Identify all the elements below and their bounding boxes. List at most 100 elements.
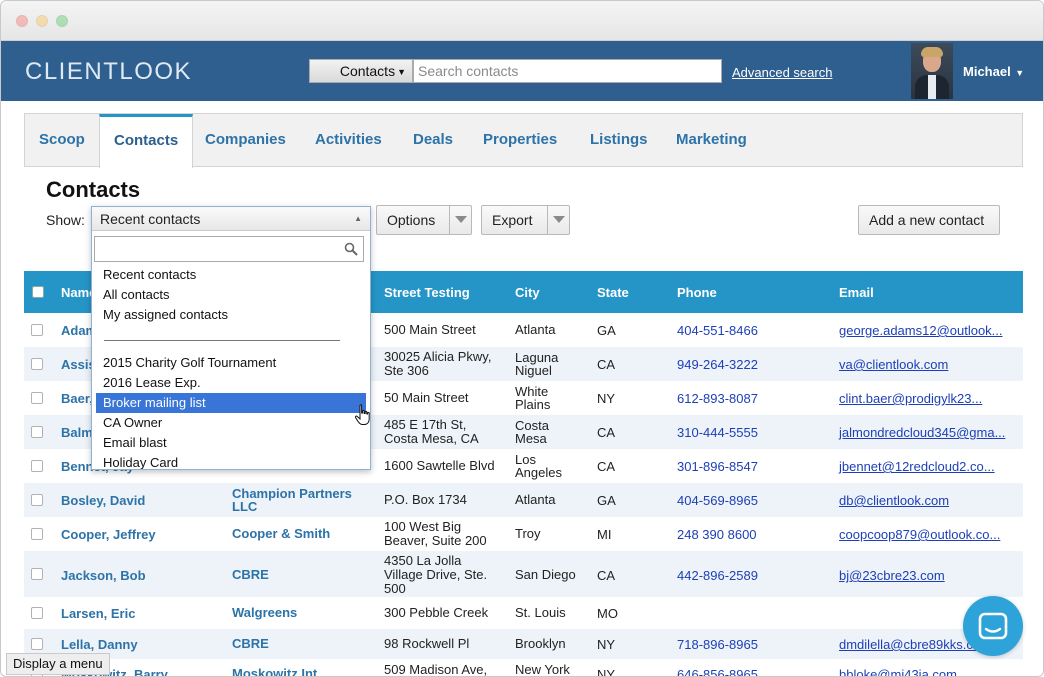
tab-marketing[interactable]: Marketing [662, 114, 761, 167]
row-checkbox[interactable] [31, 324, 43, 336]
contact-name-link[interactable]: Larsen, Eric [61, 606, 135, 621]
row-checkbox[interactable] [31, 426, 43, 438]
search-input[interactable] [413, 59, 722, 83]
close-window-button[interactable] [16, 15, 28, 27]
phone-link[interactable]: 949-264-3222 [677, 357, 758, 372]
chevron-down-icon: ▼ [397, 67, 406, 77]
zoom-window-button[interactable] [56, 15, 68, 27]
avatar[interactable] [911, 43, 953, 99]
row-checkbox[interactable] [31, 528, 43, 540]
street-cell: 98 Rockwell Pl [384, 636, 470, 651]
dropdown-option[interactable]: Recent contacts [96, 265, 366, 285]
user-name: Michael [963, 64, 1011, 79]
dropdown-search-input[interactable] [94, 236, 364, 262]
tab-companies[interactable]: Companies [191, 114, 300, 167]
city-cell: St. Louis [515, 605, 566, 620]
search-scope-select[interactable]: Contacts ▼ [309, 59, 413, 83]
tab-scoop[interactable]: Scoop [25, 114, 99, 167]
email-link[interactable]: clint.baer@prodigylk23... [839, 391, 982, 406]
row-checkbox[interactable] [31, 358, 43, 370]
tab-properties[interactable]: Properties [469, 114, 571, 167]
state-cell: CA [597, 425, 616, 440]
row-checkbox[interactable] [31, 460, 43, 472]
phone-link[interactable]: 310-444-5555 [677, 425, 758, 440]
company-link[interactable]: CBRE [232, 568, 269, 581]
company-link[interactable]: Moskowitz Int. [232, 667, 321, 676]
phone-link[interactable]: 404-569-8965 [677, 493, 758, 508]
window-titlebar [1, 1, 1043, 41]
email-link[interactable]: coopcoop879@outlook.co... [839, 527, 1000, 542]
column-header-street[interactable]: Street Testing [384, 285, 470, 300]
dropdown-option[interactable]: All contacts [96, 285, 366, 305]
column-header-city[interactable]: City [515, 285, 540, 300]
dropdown-option[interactable]: My assigned contacts [96, 305, 366, 325]
column-header-phone[interactable]: Phone [677, 285, 717, 300]
state-cell: NY [597, 667, 616, 677]
email-link[interactable]: jbennet@12redcloud2.co... [839, 459, 995, 474]
select-all-checkbox[interactable] [32, 286, 44, 298]
dropdown-option-highlighted[interactable]: Broker mailing list [96, 393, 366, 413]
app-header: CLIENTLOOK Contacts▼ Advanced search Mic… [1, 41, 1043, 101]
app-logo[interactable]: CLIENTLOOK [25, 58, 192, 86]
street-cell: 50 Main Street [384, 390, 469, 405]
tab-listings[interactable]: Listings [576, 114, 662, 167]
email-link[interactable]: jalmondredcloud345@gma... [839, 425, 1005, 440]
chevron-down-icon[interactable] [449, 206, 471, 234]
chat-launcher-button[interactable] [963, 596, 1023, 656]
add-contact-button[interactable]: Add a new contact [858, 205, 1000, 235]
row-checkbox[interactable] [31, 607, 43, 619]
show-filter-dropdown[interactable]: Recent contacts ▲ Recent contacts All co… [91, 206, 371, 470]
dropdown-option[interactable]: 2016 Lease Exp. [96, 373, 366, 393]
phone-link[interactable]: 442-896-2589 [677, 568, 758, 583]
dropdown-option[interactable]: Email blast [96, 433, 366, 453]
row-checkbox[interactable] [31, 568, 43, 580]
phone-link[interactable]: 612-893-8087 [677, 391, 758, 406]
company-link[interactable]: Walgreens [232, 606, 297, 619]
minimize-window-button[interactable] [36, 15, 48, 27]
phone-link[interactable]: 248 390 8600 [677, 527, 757, 542]
tab-activities[interactable]: Activities [301, 114, 396, 167]
tab-deals[interactable]: Deals [399, 114, 467, 167]
options-button[interactable]: Options [376, 205, 472, 235]
user-menu[interactable]: Michael ▼ [963, 64, 1024, 79]
contact-name-link[interactable]: Cooper, Jeffrey [61, 527, 156, 542]
table-row[interactable]: Moskowitz, Barry Moskowitz Int. 509 Madi… [24, 659, 1023, 677]
contact-name-link[interactable]: Lella, Danny [61, 637, 138, 652]
tab-contacts[interactable]: Contacts [99, 114, 194, 168]
email-link[interactable]: bj@23cbre23.com [839, 568, 945, 583]
table-row[interactable]: Jackson, Bob CBRE 4350 La Jolla Village … [24, 551, 1023, 597]
company-link[interactable]: CBRE [232, 637, 269, 650]
table-row[interactable]: Larsen, Eric Walgreens 300 Pebble Creek … [24, 597, 1023, 629]
advanced-search-link[interactable]: Advanced search [732, 65, 832, 80]
phone-link[interactable]: 646-856-8965 [677, 667, 758, 676]
email-link[interactable]: va@clientlook.com [839, 357, 948, 372]
row-checkbox[interactable] [31, 638, 43, 650]
chevron-down-icon[interactable] [547, 206, 569, 234]
contact-name-link[interactable]: Jackson, Bob [61, 568, 146, 583]
email-link[interactable]: bbloke@mi43ja.com [839, 667, 957, 676]
contact-name-link[interactable]: Bosley, David [61, 493, 145, 508]
row-checkbox[interactable] [31, 494, 43, 506]
dropdown-option[interactable]: 2015 Charity Golf Tournament [96, 353, 366, 373]
column-header-state[interactable]: State [597, 285, 629, 300]
row-checkbox[interactable] [31, 392, 43, 404]
company-link[interactable]: Cooper & Smith [232, 527, 330, 540]
dropdown-option[interactable]: CA Owner [96, 413, 366, 433]
email-link[interactable]: george.adams12@outlook... [839, 323, 1003, 338]
show-filter-select[interactable]: Recent contacts ▲ [92, 207, 370, 231]
email-link[interactable]: db@clientlook.com [839, 493, 949, 508]
street-cell: P.O. Box 1734 [384, 492, 467, 507]
options-button-label: Options [387, 212, 436, 228]
table-row[interactable]: Lella, Danny CBRE 98 Rockwell Pl Brookly… [24, 629, 1023, 659]
street-cell: 509 Madison Ave, [384, 662, 488, 677]
company-link[interactable]: Champion Partners LLC [232, 487, 367, 513]
column-header-email[interactable]: Email [839, 285, 874, 300]
phone-link[interactable]: 404-551-8466 [677, 323, 758, 338]
table-row[interactable]: Bosley, David Champion Partners LLC P.O.… [24, 483, 1023, 517]
export-button[interactable]: Export [481, 205, 570, 235]
phone-link[interactable]: 301-896-8547 [677, 459, 758, 474]
table-row[interactable]: Cooper, Jeffrey Cooper & Smith 100 West … [24, 517, 1023, 551]
dropdown-option[interactable]: Holiday Card [96, 453, 366, 469]
state-cell: CA [597, 459, 616, 474]
phone-link[interactable]: 718-896-8965 [677, 637, 758, 652]
